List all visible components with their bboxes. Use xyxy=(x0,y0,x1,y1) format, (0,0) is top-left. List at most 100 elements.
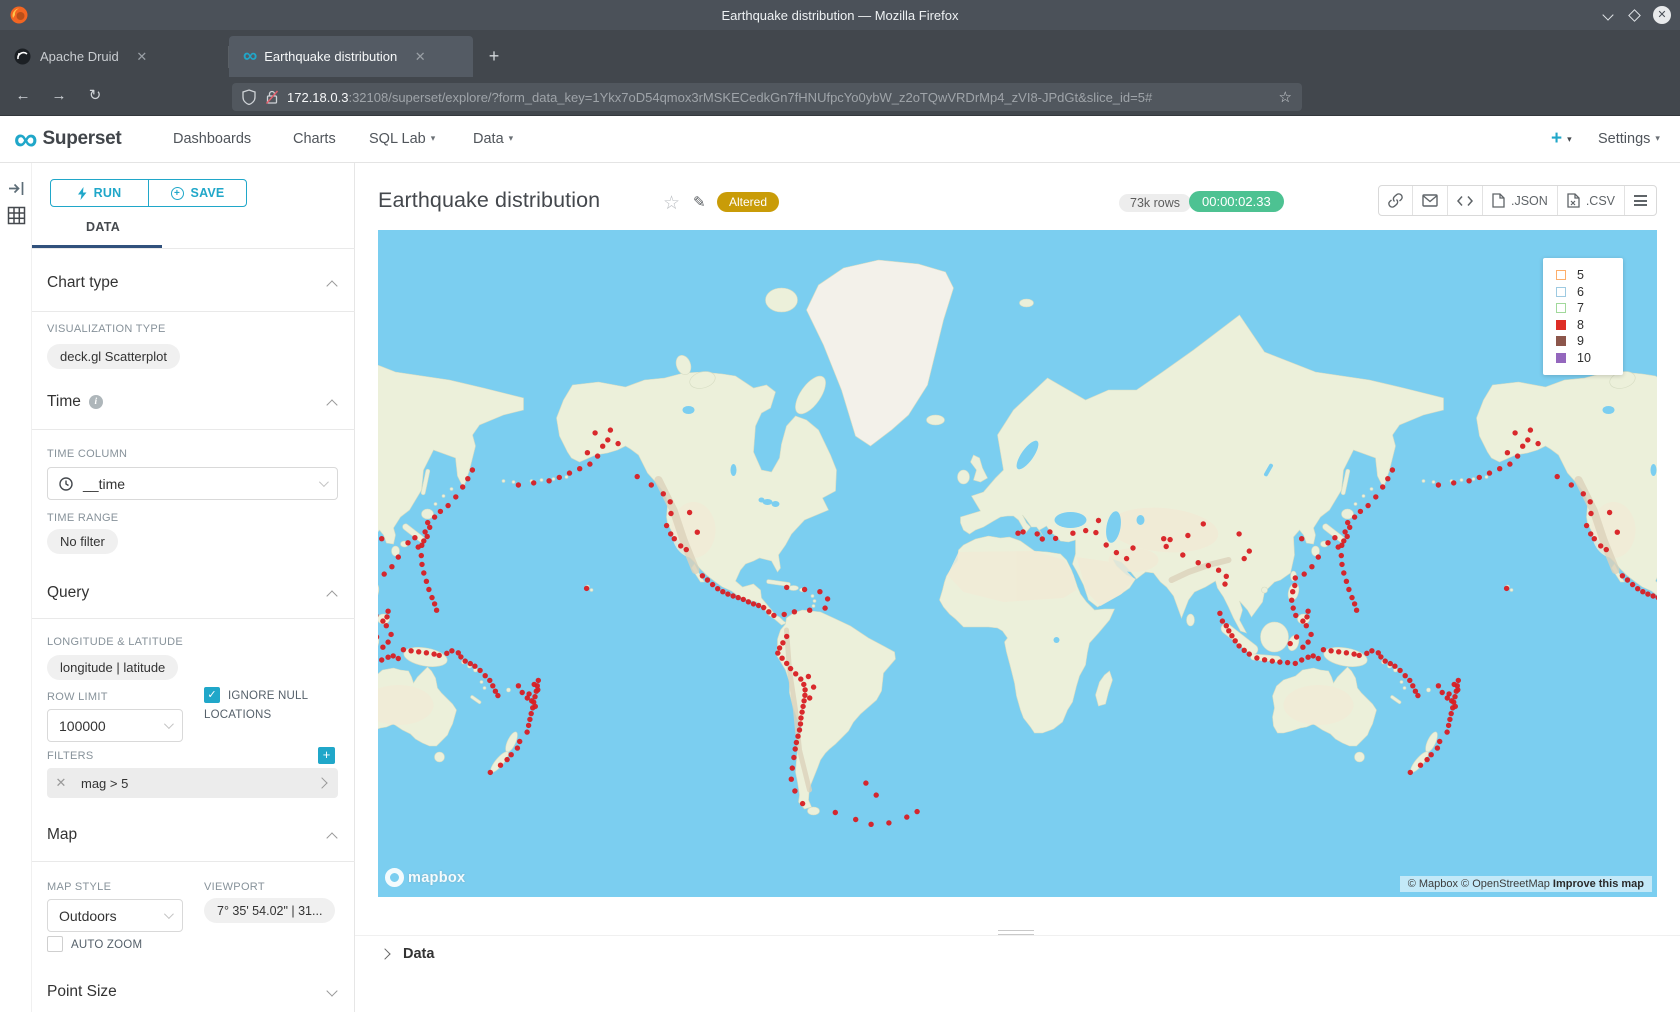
new-tab-button[interactable]: + xyxy=(481,44,507,70)
reload-button[interactable]: ↻ xyxy=(82,83,108,109)
caret-down-icon: ▾ xyxy=(1655,133,1660,143)
legend-item-6[interactable]: 6 xyxy=(1556,284,1623,301)
insecure-lock-icon[interactable] xyxy=(265,89,279,105)
improve-map-link[interactable]: Improve this map xyxy=(1553,878,1644,890)
mapbox-icon xyxy=(385,868,404,887)
section-chart-type[interactable]: Chart type xyxy=(47,274,119,292)
legend-label: 6 xyxy=(1577,285,1584,299)
link-icon xyxy=(1388,193,1403,208)
viz-type-label: VISUALIZATION TYPE xyxy=(47,323,166,335)
section-point-size[interactable]: Point Size xyxy=(47,983,117,1001)
add-new-button[interactable]: +▾ xyxy=(1551,128,1572,150)
nav-data[interactable]: Data▾ xyxy=(473,131,513,147)
chevron-right-icon[interactable] xyxy=(316,777,327,788)
forward-button[interactable]: → xyxy=(46,83,72,109)
nav-dashboards[interactable]: Dashboards xyxy=(173,131,251,147)
url-text: 172.18.0.3:32108/superset/explore/?form_… xyxy=(287,90,1279,105)
export-json-button[interactable]: .JSON xyxy=(1482,186,1557,215)
filter-chip[interactable]: ✕ mag > 5 xyxy=(47,768,338,798)
viewport-pill[interactable]: 7° 35' 54.02" | 31... xyxy=(204,898,335,923)
section-time[interactable]: Timei xyxy=(47,393,103,411)
tab-data[interactable]: DATA xyxy=(86,220,120,234)
tab-apache-druid[interactable]: Apache Druid ✕ xyxy=(0,36,228,77)
chevron-down-icon xyxy=(319,477,329,487)
auto-zoom-label: AUTO ZOOM xyxy=(71,939,142,951)
map-style-select[interactable]: Outdoors xyxy=(47,899,183,932)
legend-item-9[interactable]: 9 xyxy=(1556,333,1623,350)
url-field[interactable]: 172.18.0.3:32108/superset/explore/?form_… xyxy=(232,83,1302,111)
dataset-grid-icon[interactable] xyxy=(7,206,26,225)
legend-swatch xyxy=(1556,303,1566,313)
section-query[interactable]: Query xyxy=(47,584,89,602)
tracking-shield-icon[interactable] xyxy=(242,89,256,105)
data-panel-toggle[interactable]: Data xyxy=(381,946,434,962)
legend-item-5[interactable]: 5 xyxy=(1556,267,1623,284)
embed-code-button[interactable] xyxy=(1447,186,1482,215)
back-button[interactable]: ← xyxy=(10,83,36,109)
time-column-select[interactable]: __time xyxy=(47,467,338,500)
run-save-group: RUN + SAVE xyxy=(50,179,247,207)
legend-label: 5 xyxy=(1577,268,1584,282)
nav-charts[interactable]: Charts xyxy=(293,131,336,147)
superset-favicon: ∞ xyxy=(243,45,256,68)
favorite-star-icon[interactable]: ☆ xyxy=(663,192,680,215)
legend-swatch xyxy=(1556,270,1566,280)
nav-sql-lab[interactable]: SQL Lab▾ xyxy=(369,131,435,147)
row-count-badge: 73k rows xyxy=(1119,194,1191,212)
share-link-button[interactable] xyxy=(1379,186,1412,215)
auto-zoom-checkbox[interactable] xyxy=(47,936,63,952)
row-limit-select[interactable]: 100000 xyxy=(47,709,183,742)
section-map[interactable]: Map xyxy=(47,826,77,844)
collapse-chevron-icon[interactable] xyxy=(326,832,337,843)
viz-type-pill[interactable]: deck.gl Scatterplot xyxy=(47,344,180,369)
superset-navbar: ∞ Superset Dashboards Charts SQL Lab▾ Da… xyxy=(0,116,1680,163)
expand-panel-icon[interactable] xyxy=(8,180,25,197)
collapse-chevron-icon[interactable] xyxy=(326,399,337,410)
email-button[interactable] xyxy=(1412,186,1447,215)
ignore-null-checkbox[interactable]: ✓ xyxy=(204,687,220,703)
legend-item-7[interactable]: 7 xyxy=(1556,300,1623,317)
legend-label: 7 xyxy=(1577,301,1584,315)
envelope-icon xyxy=(1422,194,1438,207)
settings-menu[interactable]: Settings▾ xyxy=(1598,131,1660,147)
deckgl-map[interactable]: 5678910 mapbox © Mapbox © OpenStreetMap … xyxy=(378,230,1657,897)
remove-filter-icon[interactable]: ✕ xyxy=(47,775,75,791)
legend-label: 10 xyxy=(1577,351,1591,365)
window-minimize-icon[interactable] xyxy=(1598,5,1618,25)
tab-close-icon[interactable]: ✕ xyxy=(133,48,151,66)
legend-item-8[interactable]: 8 xyxy=(1556,317,1623,334)
expand-chevron-icon[interactable] xyxy=(326,985,337,996)
legend-item-10[interactable]: 10 xyxy=(1556,350,1623,367)
more-options-button[interactable] xyxy=(1624,186,1656,215)
legend-swatch xyxy=(1556,353,1566,363)
window-title: Earthquake distribution — Mozilla Firefo… xyxy=(0,8,1680,23)
edit-title-icon[interactable]: ✎ xyxy=(693,193,706,211)
left-icon-strip xyxy=(0,163,32,1012)
save-button[interactable]: + SAVE xyxy=(148,180,246,206)
chart-title: Earthquake distribution xyxy=(378,188,600,213)
bookmark-star-icon[interactable]: ☆ xyxy=(1279,88,1292,106)
chevron-down-icon xyxy=(164,909,174,919)
window-titlebar: Earthquake distribution — Mozilla Firefo… xyxy=(0,0,1680,30)
collapse-chevron-icon[interactable] xyxy=(326,590,337,601)
collapse-chevron-icon[interactable] xyxy=(326,280,337,291)
filter-text: mag > 5 xyxy=(81,776,128,791)
attribution-text[interactable]: © Mapbox © OpenStreetMap xyxy=(1408,878,1550,890)
superset-logo[interactable]: ∞ Superset xyxy=(14,124,121,154)
add-filter-button[interactable]: + xyxy=(318,747,335,764)
query-duration-badge: 00:00:02.33 xyxy=(1189,191,1284,212)
window-close-icon[interactable]: ✕ xyxy=(1652,5,1672,25)
code-icon xyxy=(1457,195,1473,207)
tab-close-icon[interactable]: ✕ xyxy=(411,48,429,66)
mapbox-logo[interactable]: mapbox xyxy=(385,868,465,887)
window-maximize-icon[interactable] xyxy=(1624,5,1644,25)
control-panel: RUN + SAVE DATA Chart type VISUALIZATION… xyxy=(32,163,355,1012)
lonlat-pill[interactable]: longitude | latitude xyxy=(47,655,178,680)
time-range-pill[interactable]: No filter xyxy=(47,529,118,554)
legend-label: 9 xyxy=(1577,334,1584,348)
superset-infinity-icon: ∞ xyxy=(14,124,36,154)
export-csv-button[interactable]: .CSV xyxy=(1557,186,1624,215)
run-button[interactable]: RUN xyxy=(51,180,148,206)
caret-down-icon: ▾ xyxy=(431,133,436,143)
tab-earthquake-distribution[interactable]: ∞ Earthquake distribution ✕ xyxy=(229,36,473,77)
